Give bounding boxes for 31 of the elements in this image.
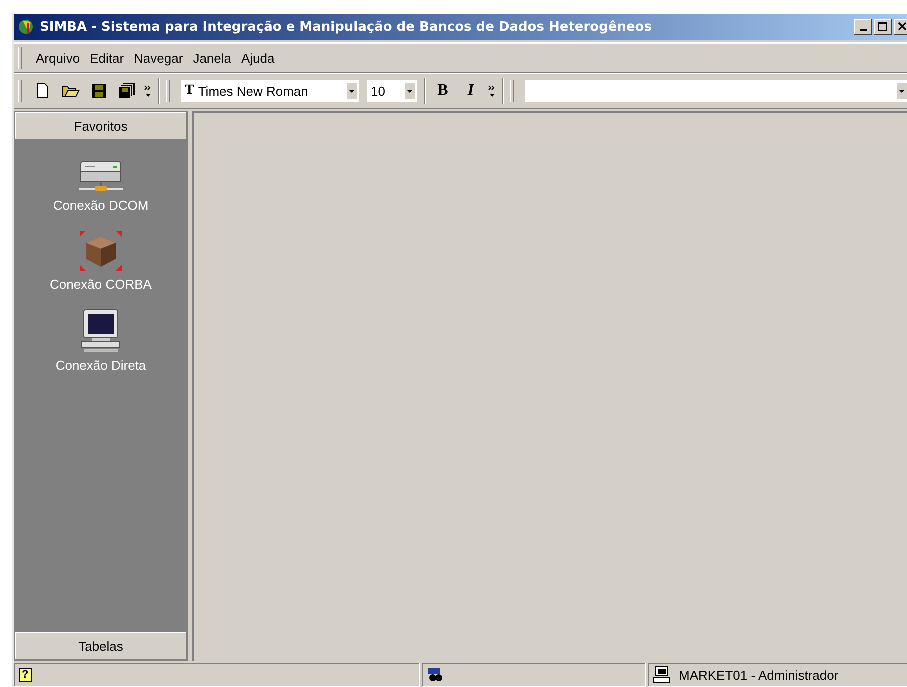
menu-item[interactable]: Editar xyxy=(90,50,124,66)
menu-item[interactable]: Janela xyxy=(193,50,232,66)
binoculars-icon xyxy=(427,667,443,683)
maximize-button[interactable] xyxy=(874,19,892,35)
sidebar-header[interactable]: Favoritos xyxy=(15,112,187,140)
app-logo-icon xyxy=(18,18,36,36)
computer-icon xyxy=(653,666,671,684)
menu-item[interactable]: Navegar xyxy=(134,50,184,66)
maximize-icon xyxy=(878,22,888,32)
menu-item[interactable]: Ajuda xyxy=(242,50,275,66)
chevron-icon[interactable] xyxy=(488,84,496,98)
bold-button[interactable]: B xyxy=(432,80,454,102)
close-icon xyxy=(898,22,907,32)
chevron-icon[interactable] xyxy=(144,84,152,98)
minimize-icon xyxy=(860,29,866,31)
sidebar-footer[interactable]: Tabelas xyxy=(15,632,187,660)
size-dropdown[interactable]: 10 xyxy=(366,79,418,103)
window-title: SIMBA - Sistema para Integração e Manipulação de Bancos de Dados Heterogêneos xyxy=(40,20,653,34)
font-dropdown[interactable]: T Times New Roman xyxy=(180,79,360,103)
connection-label: Conexão Direta xyxy=(56,358,146,373)
box-icon[interactable] xyxy=(78,229,124,273)
menu-item[interactable]: Arquivo xyxy=(36,50,80,66)
italic-button[interactable]: I xyxy=(460,80,482,102)
connection-label: Conexão CORBA xyxy=(50,277,152,292)
status-user: MARKET01 - Administrador xyxy=(679,668,839,682)
minimize-button[interactable] xyxy=(854,19,872,35)
server-icon[interactable] xyxy=(77,160,125,194)
help-icon[interactable]: ? xyxy=(19,668,32,682)
close-button[interactable] xyxy=(894,19,907,35)
connection-label: Conexão DCOM xyxy=(53,198,149,213)
font-icon: T xyxy=(185,83,194,99)
